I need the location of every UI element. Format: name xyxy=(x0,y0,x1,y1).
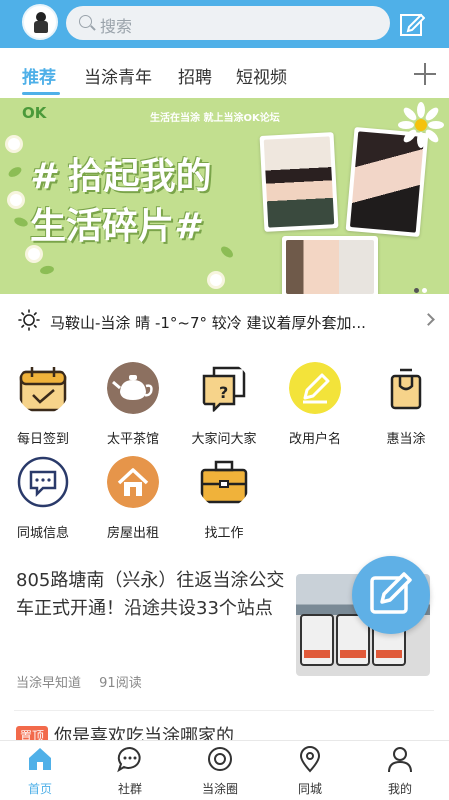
sun-icon xyxy=(18,309,40,331)
nav-label: 我的 xyxy=(387,782,412,796)
pencil-icon xyxy=(289,362,341,414)
forum-logo: OK xyxy=(22,104,47,122)
carousel-indicator xyxy=(414,278,430,294)
nav-circle[interactable]: 当涂圈 xyxy=(180,745,260,797)
avatar-body xyxy=(34,21,48,33)
grid-qa[interactable]: ? 大家问大家 xyxy=(184,362,264,447)
flower-decoration xyxy=(210,274,222,286)
svg-text:?: ? xyxy=(219,383,228,402)
grid-label: 改用户名 xyxy=(288,432,341,447)
flower-decoration xyxy=(8,138,20,150)
tab-short-video[interactable]: 短视频 xyxy=(236,63,287,88)
weather-bar[interactable]: 马鞍山-当涂 晴 -1°~7° 较冷 建议着厚外套加... xyxy=(0,296,449,346)
article-source: 当涂早知道 xyxy=(16,676,82,691)
grid-rename[interactable]: 改用户名 xyxy=(275,362,355,447)
nav-local[interactable]: 同城 xyxy=(270,745,350,797)
compose-post-button[interactable] xyxy=(352,556,430,634)
active-tab-indicator xyxy=(22,92,60,95)
grid-local-info[interactable]: 同城信息 xyxy=(3,456,83,541)
weather-text: 马鞍山-当涂 晴 -1°~7° 较冷 建议着厚外套加... xyxy=(50,314,366,332)
feed-divider xyxy=(14,710,434,711)
grid-label: 大家问大家 xyxy=(191,432,257,447)
search-placeholder: 搜索 xyxy=(100,17,133,36)
community-chat-icon xyxy=(117,746,141,773)
user-icon xyxy=(388,747,412,773)
grid-find-job[interactable]: 找工作 xyxy=(184,456,264,541)
grid-label: 同城信息 xyxy=(16,526,69,541)
location-pin-icon xyxy=(299,746,321,773)
add-channel-icon[interactable] xyxy=(414,63,436,85)
grid-daily-checkin[interactable]: 每日签到 xyxy=(3,362,83,447)
avatar[interactable] xyxy=(22,4,58,40)
grid-label: 太平茶馆 xyxy=(106,432,159,447)
nav-label: 同城 xyxy=(297,782,322,796)
question-cards-icon: ? xyxy=(202,366,246,414)
edit-icon xyxy=(370,572,412,614)
nav-label: 首页 xyxy=(27,782,52,796)
promo-banner[interactable]: OK 生活在当涂 就上当涂OK论坛 # 拾起我的 生活碎片# xyxy=(0,98,449,294)
banner-slogan: 生活在当涂 就上当涂OK论坛 xyxy=(150,113,280,124)
shopping-bag-icon xyxy=(390,368,422,410)
grid-rental[interactable]: 房屋出租 xyxy=(93,456,173,541)
calendar-check-icon xyxy=(19,367,67,412)
leaf-decoration xyxy=(219,244,235,260)
teapot-icon xyxy=(107,362,159,414)
nav-label: 当涂圈 xyxy=(201,782,238,796)
search-input[interactable]: 搜索 xyxy=(66,6,390,40)
grid-label: 惠当涂 xyxy=(386,432,426,447)
nav-label: 社群 xyxy=(117,782,142,796)
tab-dangtu-youth[interactable]: 当涂青年 xyxy=(84,63,152,88)
briefcase-icon xyxy=(200,460,248,504)
bottom-navigation: 首页 社群 当涂圈 同城 我的 xyxy=(0,740,449,800)
article-meta: 当涂早知道 91阅读 xyxy=(16,672,156,691)
leaf-decoration xyxy=(13,215,29,229)
nav-home[interactable]: 首页 xyxy=(0,745,80,797)
home-icon xyxy=(29,748,51,770)
search-icon xyxy=(79,15,92,28)
daisy-icon xyxy=(398,102,444,148)
grid-label: 每日签到 xyxy=(16,432,69,447)
tab-jobs[interactable]: 招聘 xyxy=(178,63,212,88)
nav-profile[interactable]: 我的 xyxy=(360,745,440,797)
house-icon xyxy=(107,456,159,508)
banner-headline: # 拾起我的 生活碎片# xyxy=(30,156,212,247)
bus-image xyxy=(300,614,334,666)
banner-photo xyxy=(259,132,339,232)
article-title[interactable]: 805路塘南（兴永）往返当涂公交车正式开通！沿途共设33个站点 xyxy=(16,567,286,623)
tab-recommend[interactable]: 推荐 xyxy=(22,63,56,88)
flower-decoration xyxy=(28,248,40,260)
article-read-count: 91阅读 xyxy=(99,676,142,691)
chat-bubble-icon xyxy=(17,456,69,508)
compose-icon[interactable] xyxy=(399,11,425,37)
grid-deals[interactable]: 惠当涂 xyxy=(366,362,446,447)
grid-label: 找工作 xyxy=(204,526,244,541)
target-circle-icon xyxy=(208,747,232,771)
leaf-decoration xyxy=(39,264,55,276)
chevron-right-icon xyxy=(422,313,435,326)
grid-label: 房屋出租 xyxy=(106,526,159,541)
leaf-decoration xyxy=(6,165,24,179)
grid-tea-house[interactable]: 太平茶馆 xyxy=(93,362,173,447)
nav-community[interactable]: 社群 xyxy=(90,745,170,797)
channel-tabs: 推荐 当涂青年 招聘 短视频 xyxy=(0,48,449,98)
flower-decoration xyxy=(10,194,22,206)
top-bar: 搜索 xyxy=(0,0,449,48)
banner-photo xyxy=(282,236,378,294)
